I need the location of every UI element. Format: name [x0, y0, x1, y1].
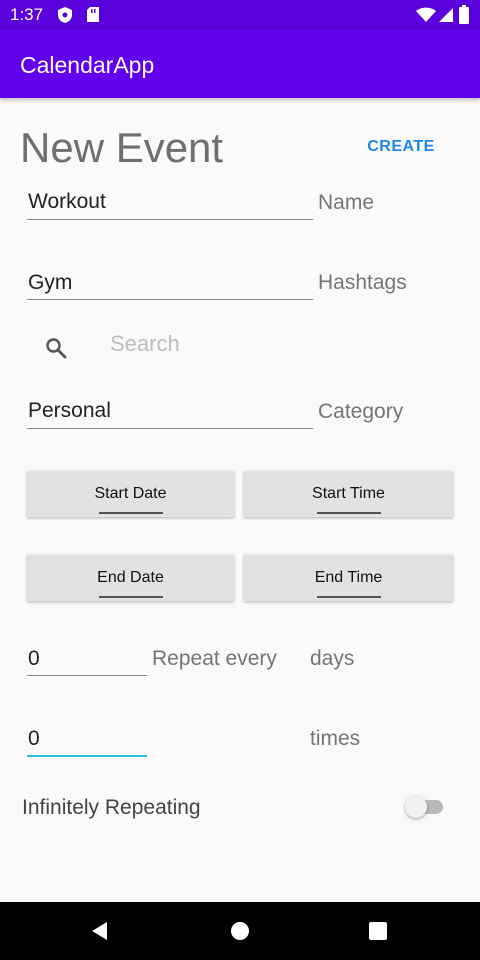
- end-time-button[interactable]: End Time: [244, 555, 453, 601]
- repeat-every-label: Repeat every: [152, 647, 277, 670]
- start-date-indicator: [98, 512, 163, 514]
- repeat-every-field[interactable]: 0: [28, 647, 40, 671]
- status-bar: 1:37: [0, 0, 480, 30]
- sd-card-icon: [87, 7, 99, 22]
- end-date-indicator: [98, 596, 163, 598]
- name-label: Name: [318, 191, 375, 214]
- app-title: CalendarApp: [20, 52, 155, 78]
- end-time-label: End Time: [314, 569, 383, 586]
- recents-icon[interactable]: [368, 921, 388, 941]
- search-input[interactable]: Search: [110, 331, 180, 357]
- start-date-label: Start Date: [94, 485, 167, 502]
- back-icon[interactable]: [90, 921, 110, 941]
- start-time-indicator: [316, 512, 381, 514]
- status-time: 1:37: [10, 5, 44, 24]
- times-label: times: [310, 727, 361, 750]
- category-field-underline: [27, 428, 313, 429]
- name-field[interactable]: Workout: [28, 190, 106, 214]
- hashtags-label: Hashtags: [318, 271, 407, 294]
- navigation-bar: [0, 902, 480, 960]
- start-date-button[interactable]: Start Date: [27, 471, 234, 517]
- home-icon[interactable]: [230, 921, 250, 941]
- infinitely-repeating-label: Infinitely Repeating: [22, 796, 201, 819]
- start-time-label: Start Time: [312, 485, 385, 502]
- shield-icon: [58, 7, 72, 23]
- category-label: Category: [318, 400, 404, 423]
- repeat-times-underline: [27, 755, 147, 757]
- end-date-button[interactable]: End Date: [27, 555, 234, 601]
- hashtags-field-underline: [27, 299, 313, 300]
- signal-icon: [439, 8, 453, 22]
- search-icon[interactable]: [44, 336, 68, 360]
- app-bar: CalendarApp: [0, 30, 480, 98]
- switch-thumb[interactable]: [405, 796, 427, 818]
- days-label: days: [310, 647, 355, 670]
- battery-icon: [459, 5, 469, 24]
- repeat-times-field[interactable]: 0: [28, 727, 40, 751]
- end-date-label: End Date: [97, 569, 164, 586]
- hashtags-field[interactable]: Gym: [28, 271, 72, 295]
- start-time-button[interactable]: Start Time: [244, 471, 453, 517]
- end-time-indicator: [316, 596, 381, 598]
- name-field-underline: [27, 219, 313, 220]
- page-title: New Event: [20, 124, 224, 171]
- category-field[interactable]: Personal: [28, 399, 111, 423]
- repeat-every-underline: [27, 675, 147, 676]
- create-button[interactable]: CREATE: [356, 130, 446, 164]
- wifi-icon: [416, 7, 436, 22]
